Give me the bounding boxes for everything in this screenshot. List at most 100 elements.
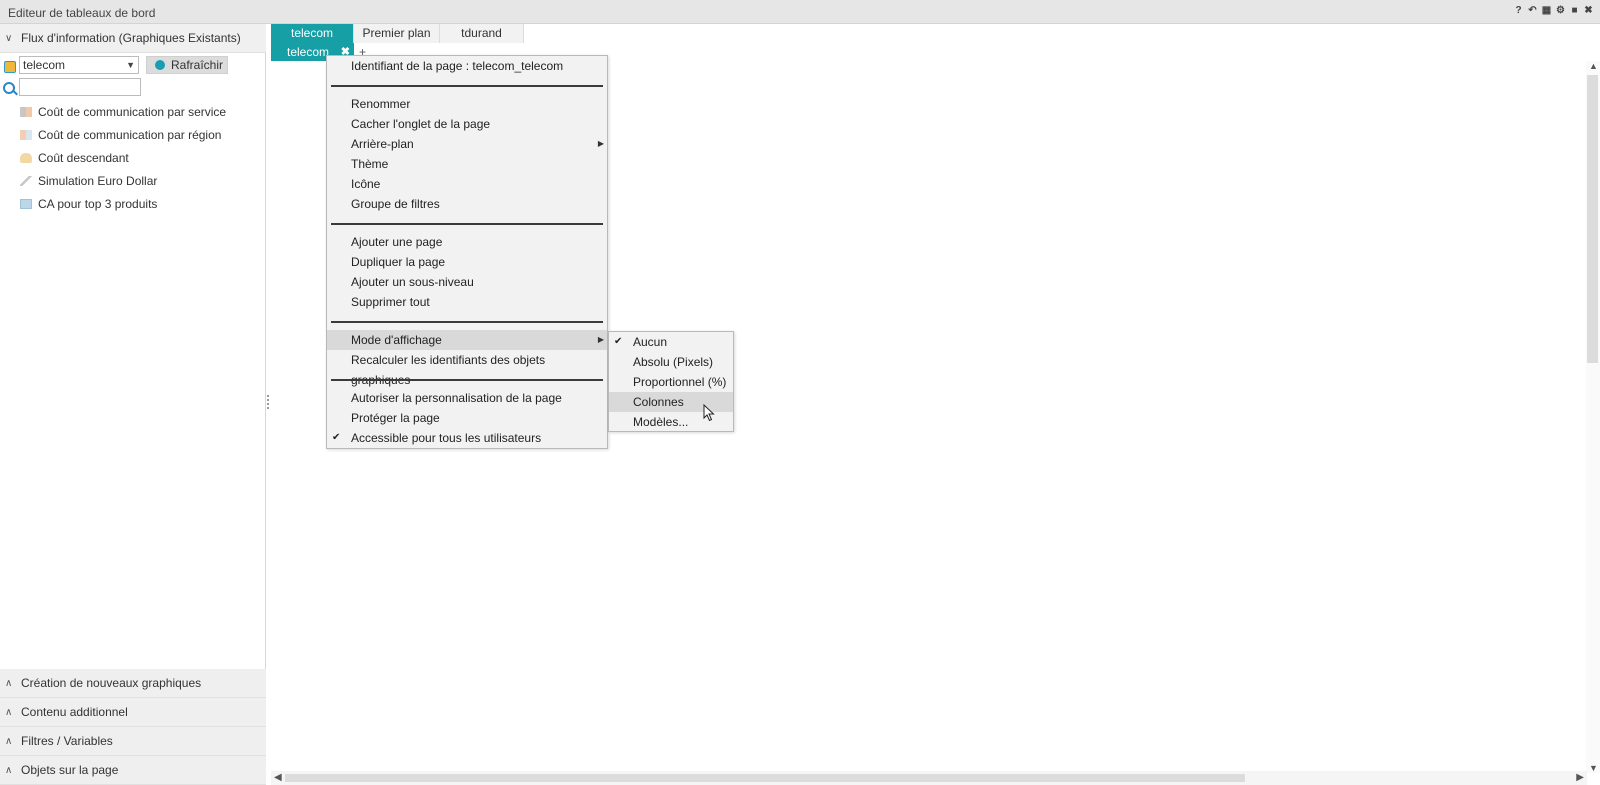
flux-section-label: Flux d'information (Graphiques Existants… xyxy=(21,31,241,45)
list-item[interactable]: Simulation Euro Dollar xyxy=(0,169,266,192)
section-label: Création de nouveaux graphiques xyxy=(21,676,202,690)
submenu-item-label: Absolu (Pixels) xyxy=(633,355,714,369)
scroll-left-icon[interactable]: ◀ xyxy=(274,772,282,783)
refresh-button[interactable]: Rafraîchir xyxy=(146,56,228,74)
section-label: Contenu additionnel xyxy=(21,705,128,719)
flux-section-header[interactable]: ∨ Flux d'information (Graphiques Existan… xyxy=(0,24,266,53)
database-icon xyxy=(4,61,16,73)
menu-item-label: Arrière-plan xyxy=(351,137,414,151)
submenu-item-label: Modèles... xyxy=(633,415,689,429)
menu-separator xyxy=(331,223,603,225)
layout-icon[interactable]: ▦ xyxy=(1541,5,1552,16)
gear-icon[interactable]: ⚙ xyxy=(1555,5,1566,16)
list-item-label: Coût de communication par service xyxy=(38,104,227,119)
menu-item-label: Recalculer les identifiants des objets g… xyxy=(351,353,546,387)
menu-item-icon[interactable]: Icône xyxy=(327,174,607,194)
section-label: Filtres / Variables xyxy=(21,734,113,748)
menu-item-background[interactable]: Arrière-plan ▶ xyxy=(327,134,607,154)
submenu-item-absolute[interactable]: Absolu (Pixels) xyxy=(609,352,733,372)
menu-item-rename[interactable]: Renommer xyxy=(327,94,607,114)
list-item[interactable]: Coût descendant xyxy=(0,146,266,169)
menu-item-add-sublevel[interactable]: Ajouter un sous-niveau xyxy=(327,272,607,292)
menu-item-display-mode[interactable]: Mode d'affichage ▶ xyxy=(327,330,607,350)
menu-item-label: Renommer xyxy=(351,97,411,111)
menu-item-label: Protéger la page xyxy=(351,411,440,425)
menu-item-add-page[interactable]: Ajouter une page xyxy=(327,232,607,252)
menu-item-label: Accessible pour tous les utilisateurs xyxy=(351,431,542,445)
menu-item-label: Identifiant de la page : telecom_telecom xyxy=(351,59,564,73)
search-row xyxy=(0,78,266,100)
close-icon[interactable]: ✖ xyxy=(1583,5,1594,16)
left-panel: ∨ Flux d'information (Graphiques Existan… xyxy=(0,24,266,785)
menu-separator xyxy=(331,321,603,323)
chevron-down-icon: ▼ xyxy=(126,60,135,70)
menu-item-accessible-all[interactable]: ✔ Accessible pour tous les utilisateurs xyxy=(327,428,607,448)
check-icon: ✔ xyxy=(332,432,341,443)
menu-item-label: Icône xyxy=(351,177,381,191)
menu-item-filter-group[interactable]: Groupe de filtres xyxy=(327,194,607,214)
chart-list: Coût de communication par service Coût d… xyxy=(0,100,266,215)
menu-item-hide-tab[interactable]: Cacher l'onglet de la page xyxy=(327,114,607,134)
search-input[interactable] xyxy=(19,78,141,96)
chevron-up-icon: ∧ xyxy=(5,735,13,747)
submenu-item-label: Aucun xyxy=(633,335,668,349)
menu-item-protect-page[interactable]: Protéger la page xyxy=(327,408,607,428)
menu-item-allow-customization[interactable]: Autoriser la personnalisation de la page xyxy=(327,388,607,408)
refresh-label: Rafraîchir xyxy=(171,58,224,72)
list-item[interactable]: Coût de communication par région xyxy=(0,123,266,146)
vertical-scrollbar[interactable]: ▲ ▼ xyxy=(1586,61,1600,773)
scroll-thumb[interactable] xyxy=(285,774,1245,782)
scroll-down-icon[interactable]: ▼ xyxy=(1589,763,1598,773)
refresh-icon xyxy=(155,60,165,70)
menu-item-duplicate-page[interactable]: Dupliquer la page xyxy=(327,252,607,272)
source-select-value: telecom xyxy=(23,58,66,72)
section-additional-content[interactable]: ∧ Contenu additionnel xyxy=(0,698,266,727)
page-tabs: telecom Premier plan tdurand xyxy=(271,24,524,43)
menu-item-label: Dupliquer la page xyxy=(351,255,446,269)
scroll-thumb[interactable] xyxy=(1587,75,1598,363)
tab-telecom[interactable]: telecom xyxy=(271,24,354,43)
menu-item-recalc-ids[interactable]: Recalculer les identifiants des objets g… xyxy=(327,350,607,387)
menu-item-delete-all[interactable]: Supprimer tout xyxy=(327,292,607,312)
section-page-objects[interactable]: ∧ Objets sur la page xyxy=(0,756,266,785)
menu-item-label: Cacher l'onglet de la page xyxy=(351,117,491,131)
horizontal-scrollbar[interactable]: ◀ ▶ xyxy=(271,771,1587,785)
search-icon xyxy=(3,82,15,94)
chevron-up-icon: ∧ xyxy=(5,764,13,776)
chart-area-icon xyxy=(20,152,32,163)
menu-page-id: Identifiant de la page : telecom_telecom xyxy=(327,56,607,76)
scroll-up-icon[interactable]: ▲ xyxy=(1589,61,1598,71)
list-item-label: Simulation Euro Dollar xyxy=(38,173,158,188)
menu-item-label: Autoriser la personnalisation de la page xyxy=(351,391,562,405)
tab-premier-plan[interactable]: Premier plan xyxy=(354,24,440,43)
submenu-item-label: Colonnes xyxy=(633,395,684,409)
undo-icon[interactable]: ↶ xyxy=(1527,5,1538,16)
section-filters[interactable]: ∧ Filtres / Variables xyxy=(0,727,266,756)
scroll-right-icon[interactable]: ▶ xyxy=(1576,772,1584,783)
menu-item-label: Thème xyxy=(351,157,389,171)
page-context-menu: Identifiant de la page : telecom_telecom… xyxy=(326,55,608,449)
tab-tdurand[interactable]: tdurand xyxy=(440,24,524,43)
window-controls: ? ↶ ▦ ⚙ ■ ✖ xyxy=(1513,5,1594,16)
submenu-item-none[interactable]: ✔ Aucun xyxy=(609,332,733,352)
menu-item-label: Mode d'affichage xyxy=(351,333,442,347)
source-row: telecom ▼ Rafraîchir xyxy=(0,56,266,78)
submenu-item-label: Proportionnel (%) xyxy=(633,375,727,389)
list-item-label: Coût de communication par région xyxy=(38,127,222,142)
section-create-charts[interactable]: ∧ Création de nouveaux graphiques xyxy=(0,669,266,698)
save-icon[interactable]: ■ xyxy=(1569,5,1580,16)
menu-item-label: Ajouter une page xyxy=(351,235,443,249)
menu-item-label: Groupe de filtres xyxy=(351,197,440,211)
submenu-item-proportional[interactable]: Proportionnel (%) xyxy=(609,372,733,392)
source-select[interactable]: telecom ▼ xyxy=(19,56,139,74)
list-item[interactable]: Coût de communication par service xyxy=(0,100,266,123)
subtab-label: telecom xyxy=(287,45,330,59)
help-icon[interactable]: ? xyxy=(1513,5,1524,16)
menu-item-theme[interactable]: Thème xyxy=(327,154,607,174)
chevron-down-icon: ∨ xyxy=(5,32,13,44)
chart-line-icon xyxy=(20,175,32,186)
list-item-label: CA pour top 3 produits xyxy=(38,196,158,211)
display-mode-submenu: ✔ Aucun Absolu (Pixels) Proportionnel (%)… xyxy=(608,331,734,432)
list-item[interactable]: CA pour top 3 produits xyxy=(0,192,266,215)
menu-item-label: Ajouter un sous-niveau xyxy=(351,275,474,289)
